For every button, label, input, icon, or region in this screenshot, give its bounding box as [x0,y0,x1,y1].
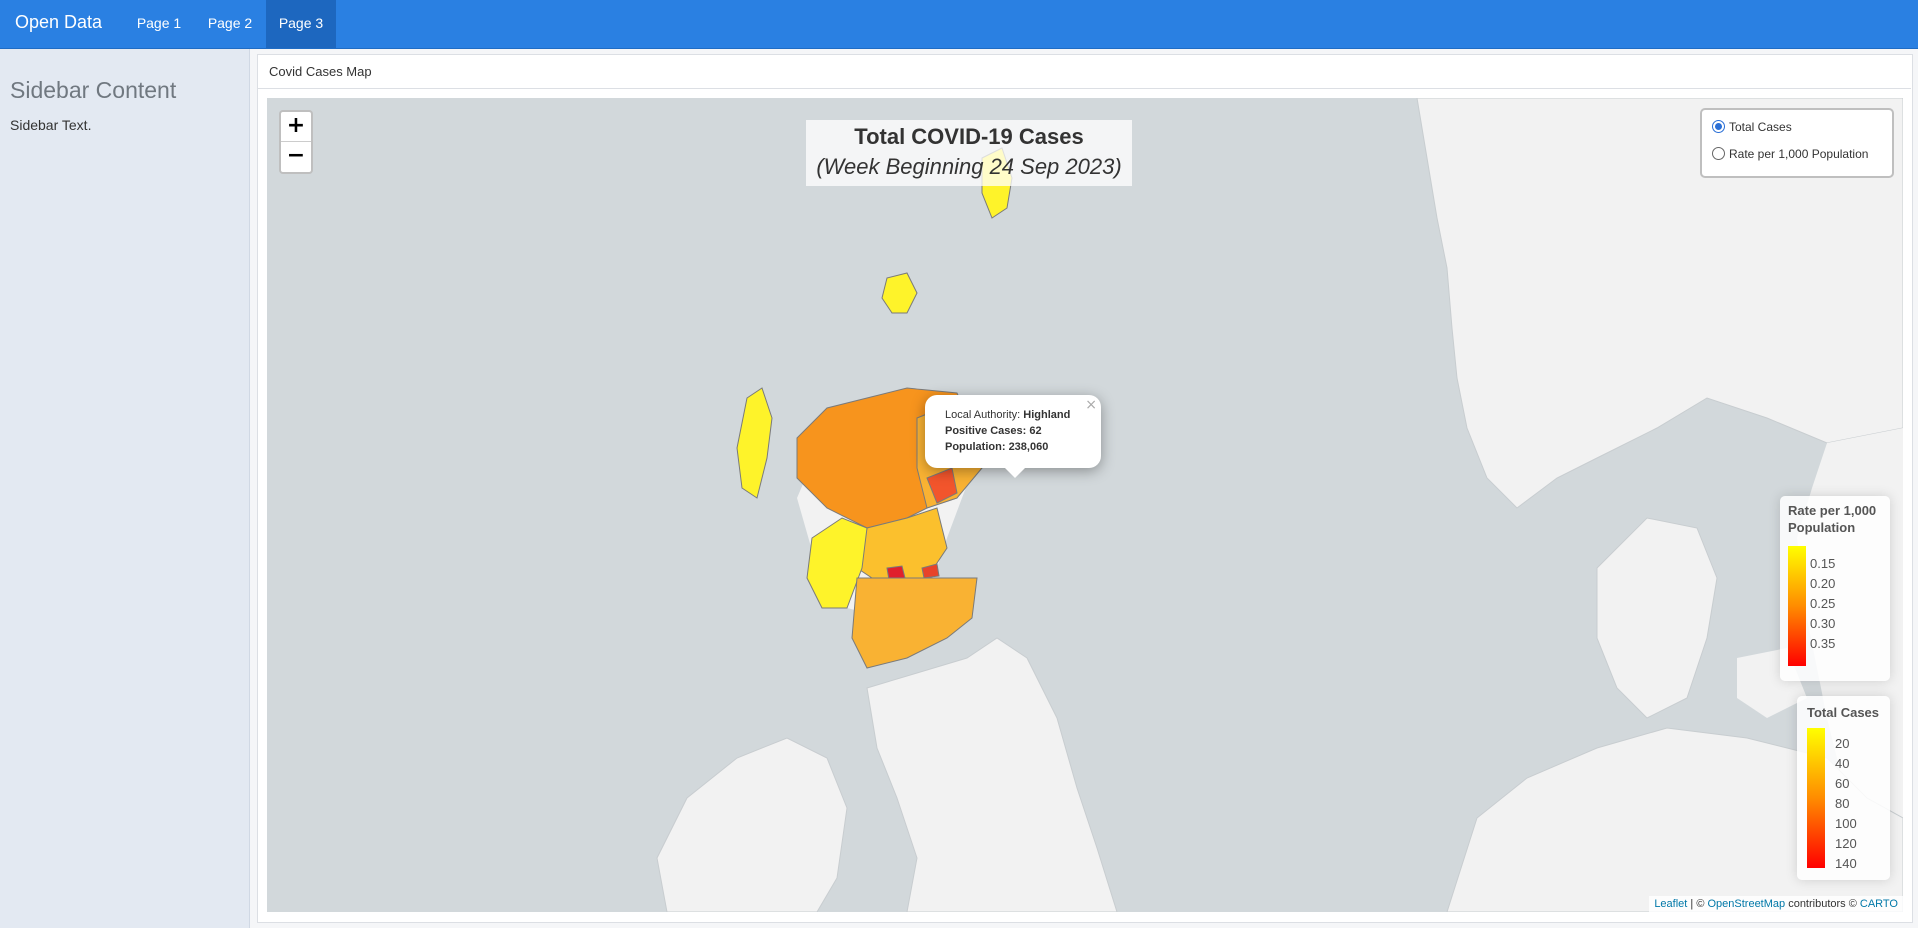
legend-total: Total Cases 20 40 60 80 100 120 140 [1797,696,1890,880]
app-brand[interactable]: Open Data [15,12,102,33]
nav-page-2[interactable]: Page 2 [196,0,264,48]
popup-cases-value: 62 [1029,425,1042,437]
sidebar-title: Sidebar Content [10,77,177,103]
nav-page-1[interactable]: Page 1 [125,0,193,48]
sidebar-text: Sidebar Text. [10,117,92,133]
attrib-sep-1: | © [1687,898,1708,910]
map-box-header: Covid Cases Map [257,54,1911,89]
layer-option-total-cases[interactable]: Total Cases [1712,117,1792,137]
legend-total-title: Total Cases [1807,705,1880,720]
map-attribution: Leaflet | © OpenStreetMap contributors ©… [1649,896,1903,912]
carto-link[interactable]: CARTO [1860,898,1898,910]
legend-total-tick: 80 [1835,796,1850,811]
legend-rate-tick: 0.15 [1810,556,1836,571]
map-basemap [267,98,1903,912]
zoom-out-button[interactable]: − [281,142,311,171]
popup-tip [1005,468,1025,478]
leaflet-map[interactable]: Total COVID-19 Cases (Week Beginning 24 … [267,98,1903,912]
popup-la-label: Local Authority: [945,409,1021,421]
popup-pop-line: Population: 238,060 [945,439,1048,455]
layer-label-rate: Rate per 1,000 Population [1729,147,1869,161]
popup-la-line: Local Authority: Highland [945,407,1070,423]
legend-total-tick: 120 [1835,836,1857,851]
map-title: Total COVID-19 Cases [854,124,1084,149]
layer-control: Total Cases Rate per 1,000 Population [1700,108,1894,178]
popup-pop-label: Population: [945,441,1006,453]
map-popup: × Local Authority: Highland Positive Cas… [925,395,1101,478]
top-navbar: Open Data Page 1 Page 2 Page 3 [0,0,1918,49]
legend-rate-tick: 0.25 [1810,596,1836,611]
legend-rate-title-1: Rate per 1,000 [1788,503,1877,518]
osm-link[interactable]: OpenStreetMap [1707,898,1785,910]
legend-rate-tick: 0.20 [1810,576,1836,591]
layer-label-total-cases: Total Cases [1729,120,1792,134]
nav-page-3[interactable]: Page 3 [266,0,336,48]
map-box-title: Covid Cases Map [269,64,372,79]
popup-cases-label: Positive Cases: [945,425,1027,437]
legend-total-tick: 40 [1835,756,1850,771]
popup-cases-line: Positive Cases: 62 [945,423,1042,439]
zoom-control: + − [279,110,313,174]
legend-total-tick: 20 [1835,736,1850,751]
legend-total-tick: 140 [1835,856,1857,871]
legend-rate-colorbar [1788,546,1806,666]
radio-rate[interactable] [1712,147,1725,160]
sidebar: Sidebar Content Sidebar Text. [0,49,250,928]
legend-total-colorbar [1807,728,1825,868]
popup-pop-value: 238,060 [1008,441,1049,453]
popup-la-value: Highland [1023,409,1071,421]
legend-total-tick: 100 [1835,816,1857,831]
layer-option-rate[interactable]: Rate per 1,000 Population [1712,144,1868,164]
legend-rate-title-2: Population [1788,520,1856,535]
zoom-in-button[interactable]: + [281,112,311,142]
radio-total-cases[interactable] [1712,120,1725,133]
legend-rate-tick: 0.30 [1810,616,1836,631]
leaflet-link[interactable]: Leaflet [1654,898,1687,910]
legend-rate: Rate per 1,000 Population 0.15 0.20 0.25… [1780,496,1890,681]
attrib-sep-2: contributors © [1785,898,1860,910]
map-title-box: Total COVID-19 Cases (Week Beginning 24 … [806,120,1132,186]
legend-total-tick: 60 [1835,776,1850,791]
popup-close-button[interactable]: × [1085,397,1097,413]
legend-rate-tick: 0.35 [1810,636,1836,651]
map-subtitle: (Week Beginning 24 Sep 2023) [816,154,1122,179]
